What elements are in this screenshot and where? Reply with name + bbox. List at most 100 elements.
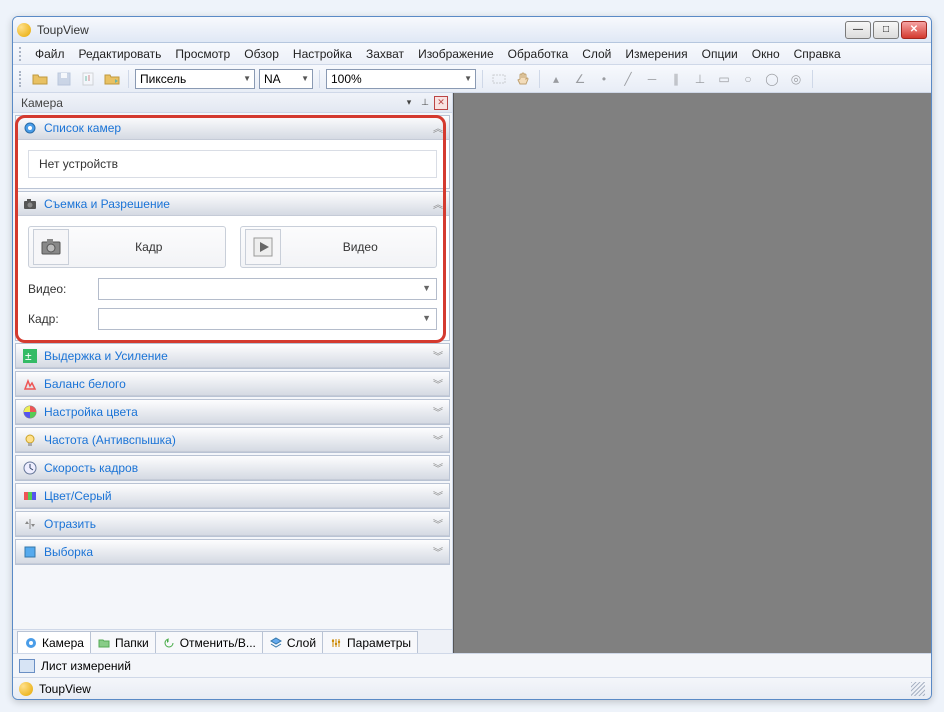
menu-process[interactable]: Обработка (501, 45, 576, 63)
expand-icon: ︾ (433, 348, 443, 363)
panel-fps: Скорость кадров ︾ (15, 455, 450, 481)
tab-layer[interactable]: Слой (262, 631, 323, 653)
status-text: ToupView (39, 682, 91, 696)
toolbar: Пиксель NA 100% ▴ ∠ • ╱ ─ ∥ ⊥ ▭ ○ ◯ ◎ (13, 65, 931, 93)
minimize-button[interactable]: — (845, 21, 871, 39)
panel-title: Съемка и Разрешение (44, 197, 433, 211)
menu-view[interactable]: Просмотр (168, 45, 237, 63)
menu-help[interactable]: Справка (787, 45, 848, 63)
menu-edit[interactable]: Редактировать (72, 45, 169, 63)
menu-file[interactable]: Файл (28, 45, 72, 63)
wb-icon (22, 376, 38, 392)
video-label: Видео: (28, 282, 98, 296)
video-resolution-select[interactable] (98, 278, 437, 300)
panel-header-freq[interactable]: Частота (Антивспышка) ︾ (16, 428, 449, 452)
panel-camera-list: Список камер ︽ Нет устройств (15, 115, 450, 189)
button-label: Кадр (73, 240, 225, 254)
dropdown-icon[interactable]: ▾ (402, 96, 416, 110)
track-icon (489, 69, 509, 89)
clock-icon (22, 460, 38, 476)
tab-label: Слой (287, 636, 316, 650)
tab-undo[interactable]: Отменить/В... (155, 631, 263, 653)
color-wheel-icon (22, 404, 38, 420)
panel-header-sample[interactable]: Выборка ︾ (16, 540, 449, 564)
panel-close-icon[interactable]: ✕ (434, 96, 448, 110)
camera-tab-icon (24, 636, 38, 650)
palette-icon (22, 488, 38, 504)
tab-camera[interactable]: Камера (17, 631, 91, 653)
panel-title: Цвет/Серый (44, 489, 433, 503)
circle-icon: ◯ (762, 69, 782, 89)
na-value: NA (264, 72, 281, 86)
menu-browse[interactable]: Обзор (237, 45, 286, 63)
expand-icon: ︾ (433, 376, 443, 391)
panel-header-color[interactable]: Настройка цвета ︾ (16, 400, 449, 424)
panel-header-wb[interactable]: Баланс белого ︾ (16, 372, 449, 396)
capture-video-button[interactable]: Видео (240, 226, 438, 268)
report-icon (78, 69, 98, 89)
panel-wb: Баланс белого ︾ (15, 371, 450, 397)
frame-resolution-select[interactable] (98, 308, 437, 330)
unit-select[interactable]: Пиксель (135, 69, 255, 89)
sheet-bar[interactable]: Лист измерений (13, 653, 931, 677)
titlebar: ToupView — □ ✕ (13, 17, 931, 43)
svg-text:±: ± (25, 349, 32, 363)
parallel-icon: ∥ (666, 69, 686, 89)
panel-header-graycolor[interactable]: Цвет/Серый ︾ (16, 484, 449, 508)
panel-header-fps[interactable]: Скорость кадров ︾ (16, 456, 449, 480)
frame-label: Кадр: (28, 312, 98, 326)
panel-title: Выдержка и Усиление (44, 349, 433, 363)
menu-options[interactable]: Опции (695, 45, 745, 63)
close-button[interactable]: ✕ (901, 21, 927, 39)
panel-graycolor: Цвет/Серый ︾ (15, 483, 450, 509)
collapse-icon: ︽ (433, 120, 443, 135)
menu-window[interactable]: Окно (745, 45, 787, 63)
menu-measure[interactable]: Измерения (618, 45, 694, 63)
sample-icon (22, 544, 38, 560)
open-icon[interactable] (30, 69, 50, 89)
tab-folders[interactable]: Папки (90, 631, 156, 653)
panel-header-flip[interactable]: Отразить ︾ (16, 512, 449, 536)
sidebar-title: Камера (21, 96, 63, 110)
perp-icon: ⊥ (690, 69, 710, 89)
status-app-icon (19, 682, 33, 696)
tab-label: Камера (42, 636, 84, 650)
panel-header-exposure[interactable]: ± Выдержка и Усиление ︾ (16, 344, 449, 368)
na-select[interactable]: NA (259, 69, 313, 89)
resize-grip[interactable] (911, 682, 925, 696)
hand-icon[interactable] (513, 69, 533, 89)
pin-icon[interactable]: ⊥ (418, 96, 432, 110)
panel-color: Настройка цвета ︾ (15, 399, 450, 425)
zoom-value: 100% (331, 72, 362, 86)
expand-icon: ︾ (433, 432, 443, 447)
zoom-select[interactable]: 100% (326, 69, 476, 89)
folder-tab-icon (97, 636, 111, 650)
panel-header-camera-list[interactable]: Список камер ︽ (16, 116, 449, 140)
tab-params[interactable]: Параметры (322, 631, 418, 653)
menu-layer[interactable]: Слой (575, 45, 618, 63)
app-icon (17, 23, 31, 37)
capture-frame-button[interactable]: Кадр (28, 226, 226, 268)
layer-tab-icon (269, 636, 283, 650)
panel-capture: Съемка и Разрешение ︽ Кадр (15, 191, 450, 341)
rect-icon: ▭ (714, 69, 734, 89)
menu-capture[interactable]: Захват (359, 45, 411, 63)
toolbar-grip (19, 71, 24, 87)
menu-image[interactable]: Изображение (411, 45, 501, 63)
unit-value: Пиксель (140, 72, 186, 86)
menu-setup[interactable]: Настройка (286, 45, 359, 63)
dot-icon: • (594, 69, 614, 89)
panel-title: Скорость кадров (44, 461, 433, 475)
panel-flip: Отразить ︾ (15, 511, 450, 537)
line-icon: ╱ (618, 69, 638, 89)
hline-icon: ─ (642, 69, 662, 89)
sidebar-tabs: Камера Папки Отменить/В... Слой (13, 629, 452, 653)
panel-header-capture[interactable]: Съемка и Разрешение ︽ (16, 192, 449, 216)
maximize-button[interactable]: □ (873, 21, 899, 39)
tab-label: Отменить/В... (180, 636, 256, 650)
bulb-icon (22, 432, 38, 448)
expand-icon: ︾ (433, 460, 443, 475)
browse-icon[interactable] (102, 69, 122, 89)
expand-icon: ︾ (433, 404, 443, 419)
expand-icon: ︾ (433, 516, 443, 531)
